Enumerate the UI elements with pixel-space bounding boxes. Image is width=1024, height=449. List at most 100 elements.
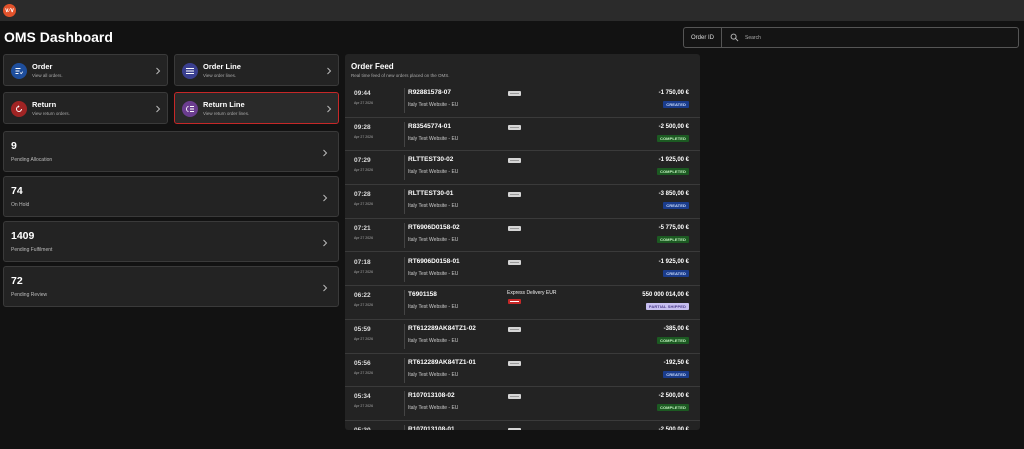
payment-card-icon <box>508 360 521 366</box>
status-badge: COMPLETED <box>656 235 689 243</box>
order-amount: -3 850,00 € <box>658 191 689 198</box>
stat-card-pending-allocation[interactable]: 9 Pending Allocation <box>3 131 339 172</box>
chevron-right-icon <box>327 105 332 113</box>
row-divider <box>404 290 405 316</box>
stat-value: 74 <box>11 185 23 197</box>
row-divider <box>404 121 405 147</box>
order-id[interactable]: R107013108-01 <box>408 426 455 430</box>
feed-row[interactable]: 07:21 Apr 27 2026 RT6906D0158-02 Italy Test… <box>345 219 700 253</box>
order-site: Italy Test Website - EU <box>408 169 459 176</box>
order-id[interactable]: R92881578-07 <box>408 89 451 96</box>
nav-card-subtitle: View order lines. <box>203 73 237 78</box>
status-badge: COMPLETED <box>656 168 689 176</box>
nav-card-subtitle: View return order lines. <box>203 111 250 116</box>
order-date: Apr 27 2026 <box>354 336 374 341</box>
chevron-right-icon <box>323 149 328 157</box>
feed-row[interactable]: 07:29 Apr 27 2026 RLTTEST30-02 Italy Test W… <box>345 151 700 186</box>
stat-value: 9 <box>11 140 17 152</box>
order-time: 05:56 <box>354 359 371 367</box>
feed-title: Order Feed <box>351 62 394 71</box>
feed-row[interactable]: 05:30Apr 27 2026R107013108-01-2 500,00 € <box>345 421 700 430</box>
order-amount: -2 500,00 € <box>658 427 689 430</box>
order-site: Italy Test Website - EU <box>408 135 459 142</box>
payment-card-icon <box>508 158 521 164</box>
order-site: Italy Test Website - EU <box>408 337 459 344</box>
payment-card-icon <box>508 124 521 130</box>
order-id[interactable]: RLTTEST30-02 <box>408 156 453 163</box>
order-feed-panel: Order Feed Real time feed of new orders … <box>345 54 700 430</box>
status-badge: CREATED <box>663 101 689 108</box>
stat-card-pending-fulfilment[interactable]: 1409 Pending Fulfilment <box>3 221 339 262</box>
search-field-select[interactable]: Order ID <box>684 28 723 47</box>
row-divider <box>404 155 405 181</box>
feed-subtitle: Real time feed of new orders placed on t… <box>351 73 450 78</box>
payment-card-icon <box>508 394 521 400</box>
feed-row[interactable]: 05:56 Apr 27 2026 RT612289AK84TZ1-01 Italy … <box>345 354 700 388</box>
status-badge: COMPLETED <box>656 404 689 412</box>
order-amount: -5 775,00 € <box>658 224 689 231</box>
feed-row[interactable]: 07:28 Apr 27 2026 RLTTEST30-01 Italy Test W… <box>345 185 700 219</box>
order-date: Apr 27 2026 <box>354 370 374 375</box>
stat-card-on-hold[interactable]: 74 On Hold <box>3 176 339 217</box>
feed-row[interactable]: 06:22 Apr 27 2026 T6901158 Italy Test Websi… <box>345 286 700 320</box>
order-id[interactable]: RLTTEST30-01 <box>408 190 453 197</box>
delivery-method: Express Delivery EUR <box>507 290 557 297</box>
feed-row[interactable]: 09:44 Apr 27 2026 R92881578-07 Italy Test W… <box>345 84 700 118</box>
order-amount: -2 500,00 € <box>658 393 689 400</box>
order-date: Apr 27 2026 <box>354 235 374 240</box>
feed-row[interactable]: 07:18 Apr 27 2026 RT6906D0158-01 Italy Test… <box>345 253 700 287</box>
order-site: Italy Test Website - EU <box>408 371 459 378</box>
payment-card-icon <box>508 299 521 305</box>
nav-card-subtitle: View all orders. <box>32 73 63 78</box>
payment-card-icon <box>508 91 521 96</box>
order-amount: -1 925,00 € <box>658 157 689 164</box>
status-badge: PARTIAL SHIPPED <box>645 303 689 311</box>
search-input[interactable] <box>739 34 1018 41</box>
nav-card-subtitle: View return orders. <box>32 111 70 116</box>
nav-card-order-line[interactable]: Order Line View order lines. <box>174 54 339 86</box>
nav-card-return-line[interactable]: Return Line View return order lines. <box>174 92 339 124</box>
order-date: Apr 27 2026 <box>354 303 374 308</box>
top-bar: ∨∕∨ <box>0 0 1024 21</box>
app-logo[interactable]: ∨∕∨ <box>3 4 16 17</box>
order-id[interactable]: RT612289AK84TZ1-02 <box>408 325 476 332</box>
order-date: Apr 27 2026 <box>354 168 374 173</box>
order-time: 07:29 <box>354 157 371 165</box>
order-date: Apr 27 2026 <box>354 202 374 207</box>
status-badge: CREATED <box>663 269 689 277</box>
row-divider <box>404 189 405 215</box>
order-amount: -2 500,00 € <box>658 123 689 130</box>
order-amount: -385,00 € <box>663 325 689 332</box>
nav-card-return[interactable]: Return View return orders. <box>3 92 168 124</box>
chevron-right-icon <box>156 67 161 75</box>
order-site: Italy Test Website - EU <box>408 236 459 243</box>
order-id[interactable]: T6901158 <box>408 291 437 298</box>
order-id[interactable]: R107013108-02 <box>408 392 455 399</box>
nav-card-order[interactable]: Order View all orders. <box>3 54 168 86</box>
feed-row[interactable]: 05:34 Apr 27 2026 R107013108-02 Italy Test … <box>345 387 700 421</box>
nav-card-title: Return <box>32 100 57 109</box>
feed-row[interactable]: 05:59 Apr 27 2026 RT612289AK84TZ1-02 Italy … <box>345 320 700 354</box>
order-id[interactable]: RT612289AK84TZ1-01 <box>408 359 476 366</box>
order-date: Apr 27 2026 <box>354 134 374 139</box>
order-id[interactable]: R83545774-01 <box>408 123 451 130</box>
order-list-icon <box>11 63 27 79</box>
order-site: Italy Test Website - EU <box>408 405 459 412</box>
stat-label: Pending Fulfilment <box>11 247 53 253</box>
order-id[interactable]: RT6906D0158-01 <box>408 258 460 265</box>
stat-value: 72 <box>11 275 23 287</box>
chevron-right-icon <box>327 67 332 75</box>
order-lines-icon <box>182 63 198 79</box>
order-amount: -1 750,00 € <box>658 90 689 96</box>
order-id[interactable]: RT6906D0158-02 <box>408 224 460 231</box>
feed-row[interactable]: 09:28 Apr 27 2026 R83545774-01 Italy Test W… <box>345 118 700 152</box>
row-divider <box>404 357 405 383</box>
payment-card-icon <box>508 428 521 430</box>
order-time: 05:30 <box>354 427 371 430</box>
status-badge: CREATED <box>663 202 689 210</box>
stat-card-pending-review[interactable]: 72 Pending Review <box>3 266 339 307</box>
order-time: 05:59 <box>354 325 371 333</box>
order-amount: -192,50 € <box>663 359 689 366</box>
row-divider <box>404 323 405 349</box>
order-site: Italy Test Website - EU <box>408 203 459 210</box>
